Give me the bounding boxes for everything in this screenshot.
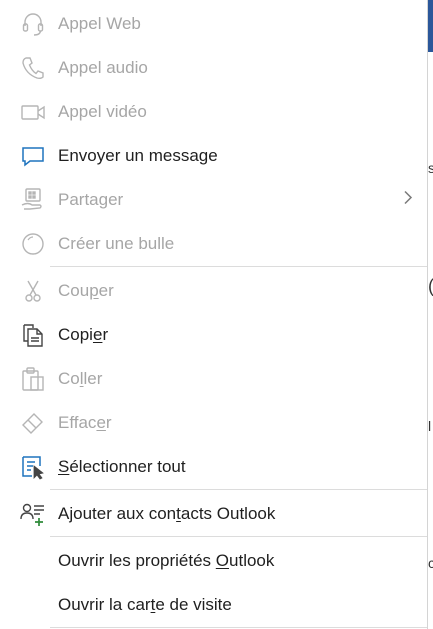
background-text-fragment: c bbox=[428, 555, 433, 571]
menu-item-label: Ouvrir la carte de visite bbox=[58, 595, 232, 614]
menu-item-label: Envoyer un message bbox=[58, 146, 218, 165]
background-text-fragment: ( bbox=[428, 276, 433, 297]
background-text-fragment: l bbox=[428, 418, 432, 434]
menu-item-label: Appel Web bbox=[58, 14, 141, 33]
menu-item-video-call[interactable]: Appel vidéo bbox=[0, 90, 427, 134]
menu-item-label: Appel audio bbox=[58, 58, 148, 77]
chevron-right-icon bbox=[403, 190, 413, 210]
menu-item-cut[interactable]: Couper bbox=[0, 269, 427, 313]
background-title-bar bbox=[428, 0, 433, 52]
menu-item-add-contact[interactable]: Ajouter aux contacts Outlook bbox=[0, 492, 427, 536]
menu-item-label: Partager bbox=[58, 190, 124, 209]
menu-item-label: Appel vidéo bbox=[58, 102, 147, 121]
bubble-icon bbox=[20, 231, 46, 257]
menu-item-audio-call[interactable]: Appel audio bbox=[0, 46, 427, 90]
menu-item-label: Ouvrir les propriétés Outlook bbox=[58, 551, 275, 570]
menu-item-send-message[interactable]: Envoyer un message bbox=[0, 134, 427, 178]
background-text-fragment: s bbox=[428, 160, 433, 176]
menu-item-business-card[interactable]: Ouvrir la carte de visite bbox=[0, 583, 427, 627]
menu-item-label: Copier bbox=[58, 325, 109, 344]
menu-item-share[interactable]: Partager bbox=[0, 178, 427, 222]
background-window bbox=[428, 0, 433, 629]
menu-item-label: Ajouter aux contacts Outlook bbox=[58, 504, 276, 523]
menu-item-outlook-properties[interactable]: Ouvrir les propriétés Outlook bbox=[0, 539, 427, 583]
menu-separator bbox=[50, 489, 427, 490]
menu-item-select-all[interactable]: Sélectionner tout bbox=[0, 445, 427, 489]
select-all-icon bbox=[20, 454, 46, 480]
scissors-icon bbox=[20, 278, 46, 304]
menu-separator bbox=[50, 536, 427, 537]
phone-icon bbox=[20, 55, 46, 81]
clipboard-icon bbox=[20, 366, 46, 392]
menu-item-paste[interactable]: Coller bbox=[0, 357, 427, 401]
menu-item-label: Effacer bbox=[58, 413, 112, 432]
context-menu-screen: s ( l c Appel Web Appel audio bbox=[0, 0, 433, 629]
menu-separator bbox=[50, 627, 427, 628]
menu-separator bbox=[50, 266, 427, 267]
menu-item-clear[interactable]: Effacer bbox=[0, 401, 427, 445]
share-screen-icon bbox=[20, 187, 46, 213]
context-menu: Appel Web Appel audio Appel vidéo Envoye… bbox=[0, 0, 428, 629]
video-camera-icon bbox=[20, 99, 46, 125]
menu-item-create-bubble[interactable]: Créer une bulle bbox=[0, 222, 427, 266]
menu-item-label: Créer une bulle bbox=[58, 234, 175, 253]
chat-bubble-icon bbox=[20, 143, 46, 169]
eraser-icon bbox=[20, 410, 46, 436]
menu-item-label: Couper bbox=[58, 281, 114, 300]
copy-icon bbox=[20, 322, 46, 348]
menu-item-label: Coller bbox=[58, 369, 103, 388]
headset-icon bbox=[20, 11, 46, 37]
menu-item-label: Sélectionner tout bbox=[58, 457, 186, 476]
menu-item-copy[interactable]: Copier bbox=[0, 313, 427, 357]
add-contact-icon bbox=[20, 501, 46, 527]
menu-item-web-call[interactable]: Appel Web bbox=[0, 2, 427, 46]
